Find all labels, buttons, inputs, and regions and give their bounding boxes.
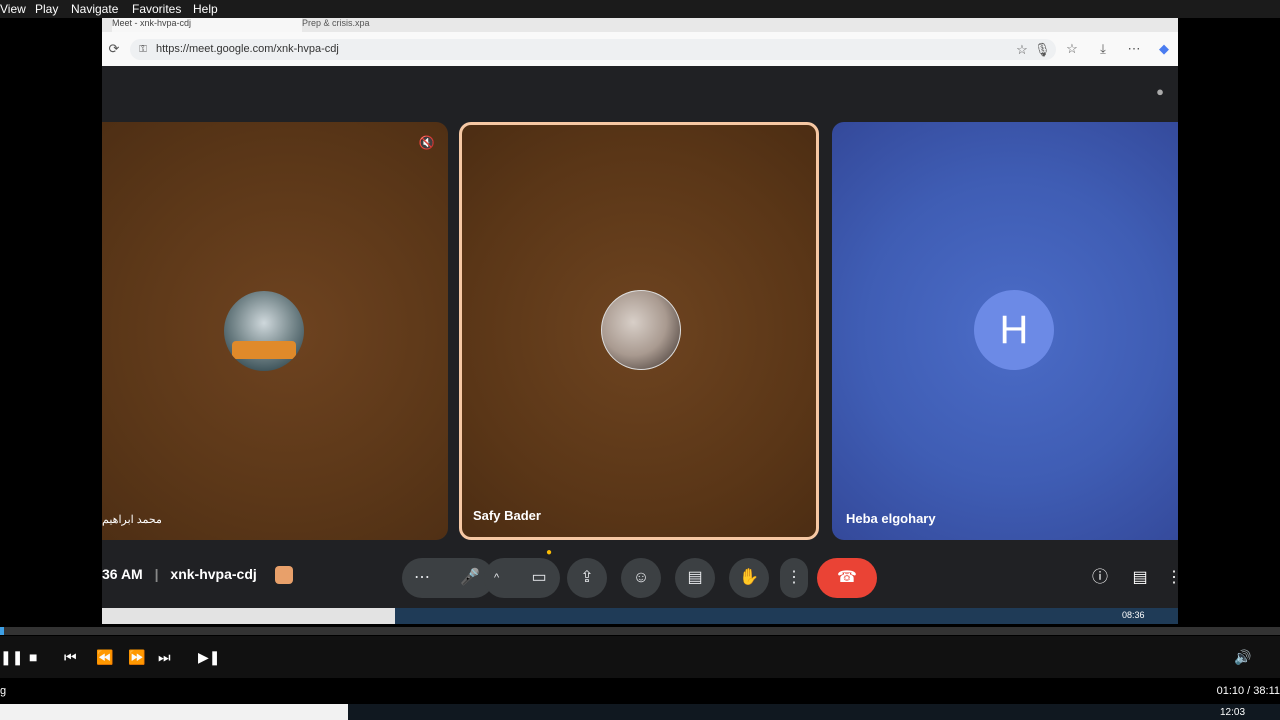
download-icon[interactable]: ⤓ <box>1095 41 1111 57</box>
video-frame: Meet - xnk-hvpa-cdj Prep & crisis.xpa ⟳ … <box>102 18 1178 624</box>
seek-progress <box>0 627 4 635</box>
more-menu-icon[interactable]: ⋮ <box>1162 566 1178 590</box>
emoji-reaction-button[interactable]: ☺ <box>621 558 661 598</box>
separator: | <box>154 566 159 582</box>
copilot-icon[interactable]: ◆ <box>1156 41 1172 57</box>
player-status-bar: g 01:10 / 38:11 <box>0 678 1280 704</box>
url-text: https://meet.google.com/xnk-hvpa-cdj <box>156 43 339 55</box>
seek-bar[interactable] <box>0 627 1280 635</box>
chevron-up-icon[interactable]: ^ <box>494 558 499 598</box>
frame-step-icon[interactable]: ▶❚ <box>198 649 221 665</box>
favorites-icon[interactable]: ☆ <box>1064 41 1080 57</box>
os-search-box[interactable] <box>0 704 348 720</box>
rewind-icon[interactable]: ⏪ <box>96 649 113 665</box>
meet-stage: ● 🔇 محمد ابراهيم Safy Bader H Heba elgoh… <box>102 66 1178 624</box>
menu-play[interactable]: Play <box>35 2 58 16</box>
player-menubar: View Play Navigate Favorites Help <box>0 0 1280 18</box>
browser-tab-2[interactable]: Prep & crisis.xpa <box>302 18 502 32</box>
player-controls: ❚❚ ■ ⏮ ⏪ ⏩ ⏭ ▶❚ 🔊 <box>0 636 1280 678</box>
participant-name: محمد ابراهيم <box>102 514 162 526</box>
captions-button[interactable]: ▤ <box>675 558 715 598</box>
host-controls-icon[interactable] <box>274 566 293 585</box>
meeting-time: 36 AM <box>102 566 143 582</box>
muted-mic-icon: 🔇 <box>418 135 436 150</box>
self-view-icon[interactable]: ● <box>1152 84 1168 100</box>
avatar: H <box>974 290 1054 370</box>
next-icon[interactable]: ⏭ <box>158 649 171 665</box>
inner-clock: 08:36 <box>1122 610 1145 620</box>
pause-icon[interactable]: ❚❚ <box>0 649 23 665</box>
fast-forward-icon[interactable]: ⏩ <box>128 649 145 665</box>
meeting-details-icon[interactable]: ⓘ <box>1088 566 1112 590</box>
camera-group: ^ ▭ ● <box>484 547 560 598</box>
warning-badge-icon: ● <box>546 547 553 558</box>
stop-icon[interactable]: ■ <box>29 649 37 665</box>
chat-icon[interactable]: ▤ <box>1128 566 1152 590</box>
participant-name: Heba elgohary <box>846 511 936 526</box>
present-screen-button[interactable]: ⇪ <box>567 558 607 598</box>
menu-help[interactable]: Help <box>193 2 218 16</box>
os-clock: 12:03 <box>1220 707 1246 718</box>
reload-icon[interactable]: ⟳ <box>106 41 122 57</box>
more-icon[interactable]: ⋯ <box>1126 41 1142 57</box>
browser-tab-meet[interactable]: Meet - xnk-hvpa-cdj <box>112 18 302 32</box>
raise-hand-button[interactable]: ✋ <box>729 558 769 598</box>
meeting-info: 36 AM | xnk-hvpa-cdj <box>102 566 293 585</box>
participant-tile-3[interactable]: H Heba elgohary <box>832 122 1178 540</box>
inner-taskbar-apps <box>395 608 1178 624</box>
meeting-code: xnk-hvpa-cdj <box>170 566 257 582</box>
site-info-icon[interactable]: ⚿ <box>135 42 151 58</box>
participant-name: Safy Bader <box>473 508 541 523</box>
browser-toolbar: ⟳ ⚿ https://meet.google.com/xnk-hvpa-cdj… <box>102 32 1178 67</box>
menu-view[interactable]: View <box>0 2 26 16</box>
camera-button[interactable]: ▭ <box>522 558 556 598</box>
participant-tile-2[interactable]: Safy Bader <box>459 122 819 540</box>
avatar <box>601 290 681 370</box>
menu-navigate[interactable]: Navigate <box>71 2 118 16</box>
previous-icon[interactable]: ⏮ <box>64 649 77 665</box>
more-options-icon[interactable]: ⋯ <box>414 558 430 598</box>
meet-control-bar: 36 AM | xnk-hvpa-cdj ⋯ 🎤 ^ ▭ ● ⇪ ☺ ▤ ✋ ⋮… <box>102 542 1178 602</box>
microphone-icon[interactable]: 🎙 <box>1034 42 1051 58</box>
more-options-group: ⋯ 🎤 <box>402 558 494 598</box>
star-icon[interactable]: ☆ <box>1014 42 1030 58</box>
status-left: g <box>0 685 7 697</box>
more-actions-button[interactable]: ⋮ <box>780 558 808 598</box>
time-display: 01:10 / 38:11 <box>1216 685 1280 697</box>
address-bar[interactable]: ⚿ https://meet.google.com/xnk-hvpa-cdj ☆… <box>130 39 1056 60</box>
browser-tab-strip: Meet - xnk-hvpa-cdj Prep & crisis.xpa <box>102 18 1178 32</box>
avatar <box>224 291 304 371</box>
end-call-button[interactable]: ☎ <box>817 558 877 598</box>
menu-favorites[interactable]: Favorites <box>132 2 181 16</box>
participant-tile-1[interactable]: 🔇 محمد ابراهيم <box>102 122 448 540</box>
volume-icon[interactable]: 🔊 <box>1234 649 1251 665</box>
